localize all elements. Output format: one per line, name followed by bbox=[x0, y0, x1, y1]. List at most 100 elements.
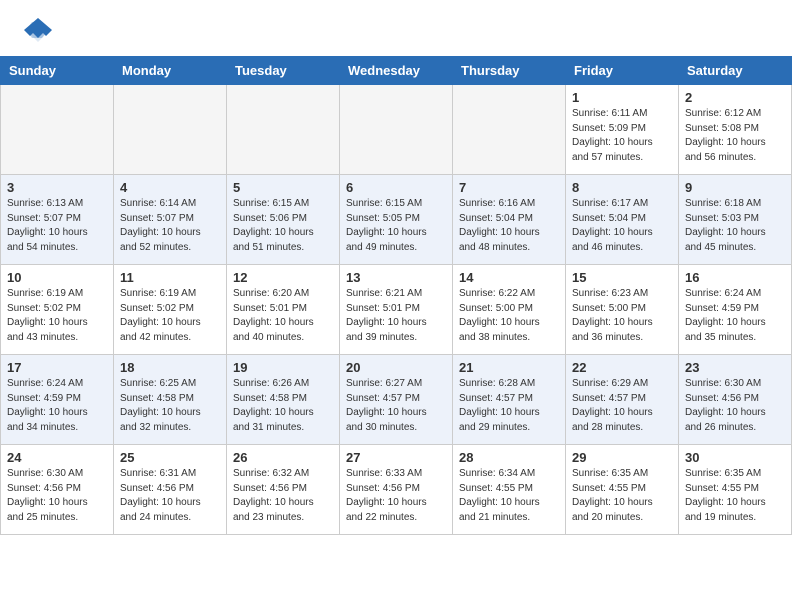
calendar-cell bbox=[453, 85, 566, 175]
day-number: 19 bbox=[233, 360, 333, 375]
day-info: Sunrise: 6:34 AM Sunset: 4:55 PM Dayligh… bbox=[459, 467, 559, 525]
day-info: Sunrise: 6:27 AM Sunset: 4:57 PM Dayligh… bbox=[346, 377, 446, 435]
calendar-cell: 25 Sunrise: 6:31 AM Sunset: 4:56 PM Dayli… bbox=[114, 445, 227, 535]
calendar-cell: 6 Sunrise: 6:15 AM Sunset: 5:05 PM Daylig… bbox=[340, 175, 453, 265]
day-number: 20 bbox=[346, 360, 446, 375]
calendar-cell: 7 Sunrise: 6:16 AM Sunset: 5:04 PM Daylig… bbox=[453, 175, 566, 265]
calendar-cell: 9 Sunrise: 6:18 AM Sunset: 5:03 PM Daylig… bbox=[679, 175, 792, 265]
day-number: 27 bbox=[346, 450, 446, 465]
day-info: Sunrise: 6:15 AM Sunset: 5:06 PM Dayligh… bbox=[233, 197, 333, 255]
calendar-cell: 1 Sunrise: 6:11 AM Sunset: 5:09 PM Daylig… bbox=[566, 85, 679, 175]
calendar-header-friday: Friday bbox=[566, 57, 679, 85]
day-info: Sunrise: 6:16 AM Sunset: 5:04 PM Dayligh… bbox=[459, 197, 559, 255]
day-number: 9 bbox=[685, 180, 785, 195]
day-number: 11 bbox=[120, 270, 220, 285]
day-info: Sunrise: 6:19 AM Sunset: 5:02 PM Dayligh… bbox=[120, 287, 220, 345]
day-info: Sunrise: 6:33 AM Sunset: 4:56 PM Dayligh… bbox=[346, 467, 446, 525]
calendar-cell bbox=[1, 85, 114, 175]
day-info: Sunrise: 6:30 AM Sunset: 4:56 PM Dayligh… bbox=[685, 377, 785, 435]
day-info: Sunrise: 6:18 AM Sunset: 5:03 PM Dayligh… bbox=[685, 197, 785, 255]
calendar-week-row: 3 Sunrise: 6:13 AM Sunset: 5:07 PM Daylig… bbox=[1, 175, 792, 265]
calendar-cell: 11 Sunrise: 6:19 AM Sunset: 5:02 PM Dayli… bbox=[114, 265, 227, 355]
calendar-week-row: 24 Sunrise: 6:30 AM Sunset: 4:56 PM Dayli… bbox=[1, 445, 792, 535]
calendar-cell: 21 Sunrise: 6:28 AM Sunset: 4:57 PM Dayli… bbox=[453, 355, 566, 445]
day-info: Sunrise: 6:35 AM Sunset: 4:55 PM Dayligh… bbox=[572, 467, 672, 525]
day-number: 15 bbox=[572, 270, 672, 285]
calendar-cell: 20 Sunrise: 6:27 AM Sunset: 4:57 PM Dayli… bbox=[340, 355, 453, 445]
day-number: 24 bbox=[7, 450, 107, 465]
calendar-header-monday: Monday bbox=[114, 57, 227, 85]
day-info: Sunrise: 6:20 AM Sunset: 5:01 PM Dayligh… bbox=[233, 287, 333, 345]
day-info: Sunrise: 6:19 AM Sunset: 5:02 PM Dayligh… bbox=[7, 287, 107, 345]
calendar-cell: 15 Sunrise: 6:23 AM Sunset: 5:00 PM Dayli… bbox=[566, 265, 679, 355]
calendar-week-row: 17 Sunrise: 6:24 AM Sunset: 4:59 PM Dayli… bbox=[1, 355, 792, 445]
day-info: Sunrise: 6:30 AM Sunset: 4:56 PM Dayligh… bbox=[7, 467, 107, 525]
calendar-header-row: SundayMondayTuesdayWednesdayThursdayFrid… bbox=[1, 57, 792, 85]
calendar-header-wednesday: Wednesday bbox=[340, 57, 453, 85]
day-number: 1 bbox=[572, 90, 672, 105]
day-info: Sunrise: 6:14 AM Sunset: 5:07 PM Dayligh… bbox=[120, 197, 220, 255]
calendar-header-thursday: Thursday bbox=[453, 57, 566, 85]
calendar-cell: 4Sunrise: 6:14 AM Sunset: 5:07 PM Daylig… bbox=[114, 175, 227, 265]
day-info: Sunrise: 6:24 AM Sunset: 4:59 PM Dayligh… bbox=[7, 377, 107, 435]
calendar-cell: 8 Sunrise: 6:17 AM Sunset: 5:04 PM Daylig… bbox=[566, 175, 679, 265]
calendar-cell: 28 Sunrise: 6:34 AM Sunset: 4:55 PM Dayli… bbox=[453, 445, 566, 535]
day-info: Sunrise: 6:17 AM Sunset: 5:04 PM Dayligh… bbox=[572, 197, 672, 255]
day-info: Sunrise: 6:24 AM Sunset: 4:59 PM Dayligh… bbox=[685, 287, 785, 345]
calendar-cell: 12 Sunrise: 6:20 AM Sunset: 5:01 PM Dayli… bbox=[227, 265, 340, 355]
calendar-header-sunday: Sunday bbox=[1, 57, 114, 85]
day-info: Sunrise: 6:15 AM Sunset: 5:05 PM Dayligh… bbox=[346, 197, 446, 255]
calendar-cell: 29 Sunrise: 6:35 AM Sunset: 4:55 PM Dayli… bbox=[566, 445, 679, 535]
day-info: Sunrise: 6:31 AM Sunset: 4:56 PM Dayligh… bbox=[120, 467, 220, 525]
day-number: 3 bbox=[7, 180, 107, 195]
day-number: 25 bbox=[120, 450, 220, 465]
day-info: Sunrise: 6:28 AM Sunset: 4:57 PM Dayligh… bbox=[459, 377, 559, 435]
day-number: 6 bbox=[346, 180, 446, 195]
logo bbox=[24, 18, 56, 46]
day-number: 12 bbox=[233, 270, 333, 285]
page-header bbox=[0, 0, 792, 56]
day-info: Sunrise: 6:11 AM Sunset: 5:09 PM Dayligh… bbox=[572, 107, 672, 165]
calendar-cell: 23 Sunrise: 6:30 AM Sunset: 4:56 PM Dayli… bbox=[679, 355, 792, 445]
day-info: Sunrise: 6:29 AM Sunset: 4:57 PM Dayligh… bbox=[572, 377, 672, 435]
day-number: 10 bbox=[7, 270, 107, 285]
calendar-cell: 3 Sunrise: 6:13 AM Sunset: 5:07 PM Daylig… bbox=[1, 175, 114, 265]
day-info: Sunrise: 6:26 AM Sunset: 4:58 PM Dayligh… bbox=[233, 377, 333, 435]
day-number: 28 bbox=[459, 450, 559, 465]
calendar-table: SundayMondayTuesdayWednesdayThursdayFrid… bbox=[0, 56, 792, 535]
day-number: 23 bbox=[685, 360, 785, 375]
day-info: Sunrise: 6:32 AM Sunset: 4:56 PM Dayligh… bbox=[233, 467, 333, 525]
day-number: 5 bbox=[233, 180, 333, 195]
calendar-cell: 17 Sunrise: 6:24 AM Sunset: 4:59 PM Dayli… bbox=[1, 355, 114, 445]
day-number: 29 bbox=[572, 450, 672, 465]
day-number: 7 bbox=[459, 180, 559, 195]
logo-icon bbox=[24, 16, 52, 44]
calendar-header-saturday: Saturday bbox=[679, 57, 792, 85]
calendar-cell: 22 Sunrise: 6:29 AM Sunset: 4:57 PM Dayli… bbox=[566, 355, 679, 445]
day-number: 22 bbox=[572, 360, 672, 375]
calendar-cell: 2 Sunrise: 6:12 AM Sunset: 5:08 PM Daylig… bbox=[679, 85, 792, 175]
day-info: Sunrise: 6:21 AM Sunset: 5:01 PM Dayligh… bbox=[346, 287, 446, 345]
calendar-cell: 10 Sunrise: 6:19 AM Sunset: 5:02 PM Dayli… bbox=[1, 265, 114, 355]
calendar-cell: 27 Sunrise: 6:33 AM Sunset: 4:56 PM Dayli… bbox=[340, 445, 453, 535]
day-info: Sunrise: 6:13 AM Sunset: 5:07 PM Dayligh… bbox=[7, 197, 107, 255]
calendar-cell: 24 Sunrise: 6:30 AM Sunset: 4:56 PM Dayli… bbox=[1, 445, 114, 535]
calendar-cell bbox=[227, 85, 340, 175]
calendar-week-row: 10 Sunrise: 6:19 AM Sunset: 5:02 PM Dayli… bbox=[1, 265, 792, 355]
calendar-week-row: 1 Sunrise: 6:11 AM Sunset: 5:09 PM Daylig… bbox=[1, 85, 792, 175]
day-number: 16 bbox=[685, 270, 785, 285]
day-number: 2 bbox=[685, 90, 785, 105]
day-number: 18 bbox=[120, 360, 220, 375]
day-number: 8 bbox=[572, 180, 672, 195]
calendar-header-tuesday: Tuesday bbox=[227, 57, 340, 85]
day-number: 13 bbox=[346, 270, 446, 285]
day-info: Sunrise: 6:35 AM Sunset: 4:55 PM Dayligh… bbox=[685, 467, 785, 525]
calendar-cell: 13 Sunrise: 6:21 AM Sunset: 5:01 PM Dayli… bbox=[340, 265, 453, 355]
calendar-cell: 14Sunrise: 6:22 AM Sunset: 5:00 PM Dayli… bbox=[453, 265, 566, 355]
day-number: 21 bbox=[459, 360, 559, 375]
day-info: Sunrise: 6:23 AM Sunset: 5:00 PM Dayligh… bbox=[572, 287, 672, 345]
day-number: 17 bbox=[7, 360, 107, 375]
calendar-cell bbox=[340, 85, 453, 175]
day-number: 30 bbox=[685, 450, 785, 465]
day-info: Sunrise: 6:12 AM Sunset: 5:08 PM Dayligh… bbox=[685, 107, 785, 165]
